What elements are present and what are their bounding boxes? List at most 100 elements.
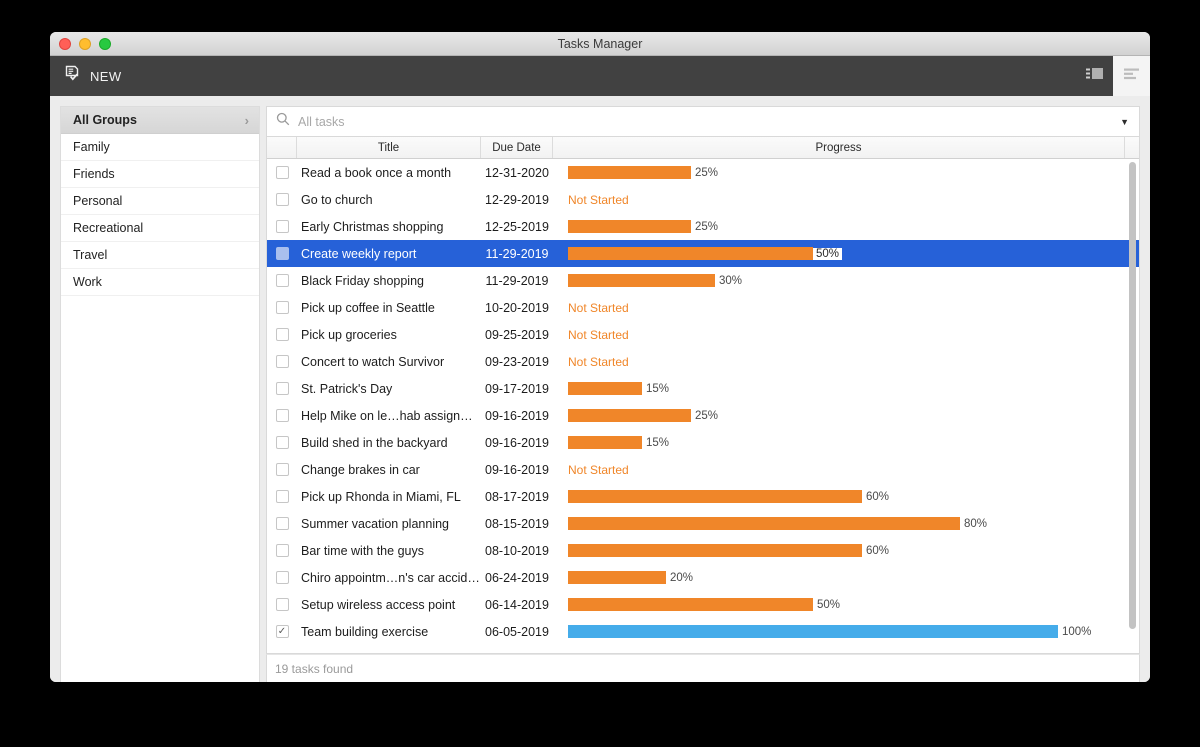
list-view-icon bbox=[1122, 66, 1142, 87]
checkbox-icon[interactable] bbox=[275, 598, 289, 611]
progress-bar-fill bbox=[568, 490, 862, 503]
row-checkbox-cell bbox=[267, 193, 297, 206]
row-progress-cell: 25% bbox=[553, 220, 1139, 233]
table-row[interactable]: ✓ Team building exercise 06-05-2019 100% bbox=[267, 618, 1139, 645]
search-input[interactable]: All tasks bbox=[298, 115, 1112, 129]
row-title: Go to church bbox=[301, 192, 373, 207]
progress-bar: 25% bbox=[568, 409, 718, 422]
row-title: Pick up Rhonda in Miami, FL bbox=[301, 489, 461, 504]
checkbox-icon[interactable] bbox=[275, 247, 289, 260]
checkbox-icon[interactable] bbox=[275, 490, 289, 503]
sidebar-item-friends[interactable]: Friends bbox=[61, 161, 259, 188]
row-title: Team building exercise bbox=[301, 624, 429, 639]
row-progress-cell: 80% bbox=[553, 517, 1139, 530]
chevron-down-icon[interactable]: ▼ bbox=[1120, 117, 1129, 127]
progress-bar-fill bbox=[568, 166, 691, 179]
row-checkbox-cell bbox=[267, 220, 297, 233]
new-task-label: NEW bbox=[90, 68, 122, 84]
table-row[interactable]: Pick up groceries 09-25-2019 Not Started bbox=[267, 321, 1139, 348]
table-row[interactable]: Read a book once a month 12-31-2020 25% bbox=[267, 159, 1139, 186]
progress-percent-label: 60% bbox=[866, 544, 890, 557]
checkbox-icon[interactable] bbox=[275, 463, 289, 476]
row-progress-cell: 25% bbox=[553, 409, 1139, 422]
row-checkbox-cell bbox=[267, 355, 297, 368]
row-checkbox-cell bbox=[267, 571, 297, 584]
table-row[interactable]: Setup wireless access point 06-14-2019 50% bbox=[267, 591, 1139, 618]
scrollbar-thumb[interactable] bbox=[1129, 162, 1136, 629]
row-due-date: 09-17-2019 bbox=[485, 381, 549, 396]
checkbox-icon[interactable] bbox=[275, 274, 289, 287]
row-due-date: 08-17-2019 bbox=[485, 489, 549, 504]
row-checkbox-cell bbox=[267, 328, 297, 341]
vertical-scrollbar[interactable] bbox=[1129, 162, 1136, 643]
checkbox-icon[interactable] bbox=[275, 355, 289, 368]
checkbox-icon[interactable] bbox=[275, 193, 289, 206]
view-mode-buttons bbox=[1076, 56, 1150, 96]
row-progress-cell: Not Started bbox=[553, 301, 1139, 315]
sidebar-item-recreational[interactable]: Recreational bbox=[61, 215, 259, 242]
row-due-date: 10-20-2019 bbox=[485, 300, 549, 315]
row-status-not-started: Not Started bbox=[568, 354, 629, 369]
window-title: Tasks Manager bbox=[557, 37, 643, 51]
progress-percent-label: 50% bbox=[813, 247, 843, 260]
row-title: Help Mike on le…hab assignment bbox=[301, 408, 481, 423]
sidebar-item-personal[interactable]: Personal bbox=[61, 188, 259, 215]
tasks-found-count: 19 tasks found bbox=[275, 661, 354, 676]
checkbox-icon[interactable] bbox=[275, 328, 289, 341]
progress-percent-label: 15% bbox=[646, 382, 670, 395]
sidebar-item-family[interactable]: Family bbox=[61, 134, 259, 161]
sidebar-item-work[interactable]: Work bbox=[61, 269, 259, 296]
table-row[interactable]: Early Christmas shopping 12-25-2019 25% bbox=[267, 213, 1139, 240]
table-row[interactable]: Summer vacation planning 08-15-2019 80% bbox=[267, 510, 1139, 537]
checkbox-icon[interactable] bbox=[275, 220, 289, 233]
row-status-not-started: Not Started bbox=[568, 462, 629, 477]
column-header-title[interactable]: Title bbox=[297, 137, 481, 158]
list-view-button[interactable] bbox=[1113, 56, 1150, 96]
checkbox-icon[interactable] bbox=[275, 301, 289, 314]
checkbox-icon[interactable] bbox=[275, 571, 289, 584]
table-row[interactable]: Pick up Rhonda in Miami, FL 08-17-2019 60% bbox=[267, 483, 1139, 510]
app-window: Tasks Manager NEW All Groups › Family Fr… bbox=[50, 32, 1150, 682]
new-task-button[interactable]: NEW bbox=[50, 56, 138, 96]
checkbox-icon[interactable] bbox=[275, 517, 289, 530]
checkbox-icon[interactable] bbox=[275, 436, 289, 449]
column-header-progress[interactable]: Progress bbox=[553, 137, 1125, 158]
table-row[interactable]: Build shed in the backyard 09-16-2019 15% bbox=[267, 429, 1139, 456]
table-row[interactable]: Go to church 12-29-2019 Not Started bbox=[267, 186, 1139, 213]
checkbox-icon[interactable] bbox=[275, 409, 289, 422]
table-row[interactable]: St. Patrick's Day 09-17-2019 15% bbox=[267, 375, 1139, 402]
checkbox-icon[interactable] bbox=[275, 166, 289, 179]
row-title: Summer vacation planning bbox=[301, 516, 449, 531]
column-header-due-date[interactable]: Due Date bbox=[481, 137, 553, 158]
checkbox-checked-icon[interactable]: ✓ bbox=[275, 625, 289, 638]
row-checkbox-cell bbox=[267, 247, 297, 260]
chevron-right-icon: › bbox=[244, 112, 249, 128]
new-task-document-check-icon bbox=[64, 65, 81, 87]
table-row[interactable]: Create weekly report 11-29-2019 50% bbox=[267, 240, 1139, 267]
row-due-date: 09-23-2019 bbox=[485, 354, 549, 369]
row-progress-cell: Not Started bbox=[553, 463, 1139, 477]
table-row[interactable]: Concert to watch Survivor 09-23-2019 Not S… bbox=[267, 348, 1139, 375]
progress-bar: 100% bbox=[568, 625, 1091, 638]
checkbox-icon[interactable] bbox=[275, 544, 289, 557]
progress-bar-fill bbox=[568, 598, 813, 611]
table-row[interactable]: Chiro appointm…n's car accident 06-24-201… bbox=[267, 564, 1139, 591]
row-checkbox-cell bbox=[267, 409, 297, 422]
progress-bar: 15% bbox=[568, 436, 669, 449]
table-row[interactable]: Bar time with the guys 08-10-2019 60% bbox=[267, 537, 1139, 564]
groups-sidebar: All Groups › Family Friends Personal Recreati… bbox=[60, 106, 260, 682]
split-view-button[interactable] bbox=[1076, 56, 1113, 96]
table-row[interactable]: Change brakes in car 09-16-2019 Not Starte… bbox=[267, 456, 1139, 483]
row-status-not-started: Not Started bbox=[568, 300, 629, 315]
search-bar[interactable]: All tasks ▼ bbox=[266, 106, 1140, 137]
table-row[interactable]: Black Friday shopping 11-29-2019 30% bbox=[267, 267, 1139, 294]
checkbox-icon[interactable] bbox=[275, 382, 289, 395]
table-row[interactable]: Help Mike on le…hab assignment 09-16-2019… bbox=[267, 402, 1139, 429]
table-row[interactable]: Pick up coffee in Seattle 10-20-2019 Not S… bbox=[267, 294, 1139, 321]
row-due-date: 12-29-2019 bbox=[485, 192, 549, 207]
progress-bar: 25% bbox=[568, 166, 718, 179]
sidebar-item-all-groups[interactable]: All Groups › bbox=[61, 107, 259, 134]
sidebar-item-travel[interactable]: Travel bbox=[61, 242, 259, 269]
column-header-checkbox[interactable] bbox=[267, 137, 297, 158]
row-title: Pick up coffee in Seattle bbox=[301, 300, 435, 315]
